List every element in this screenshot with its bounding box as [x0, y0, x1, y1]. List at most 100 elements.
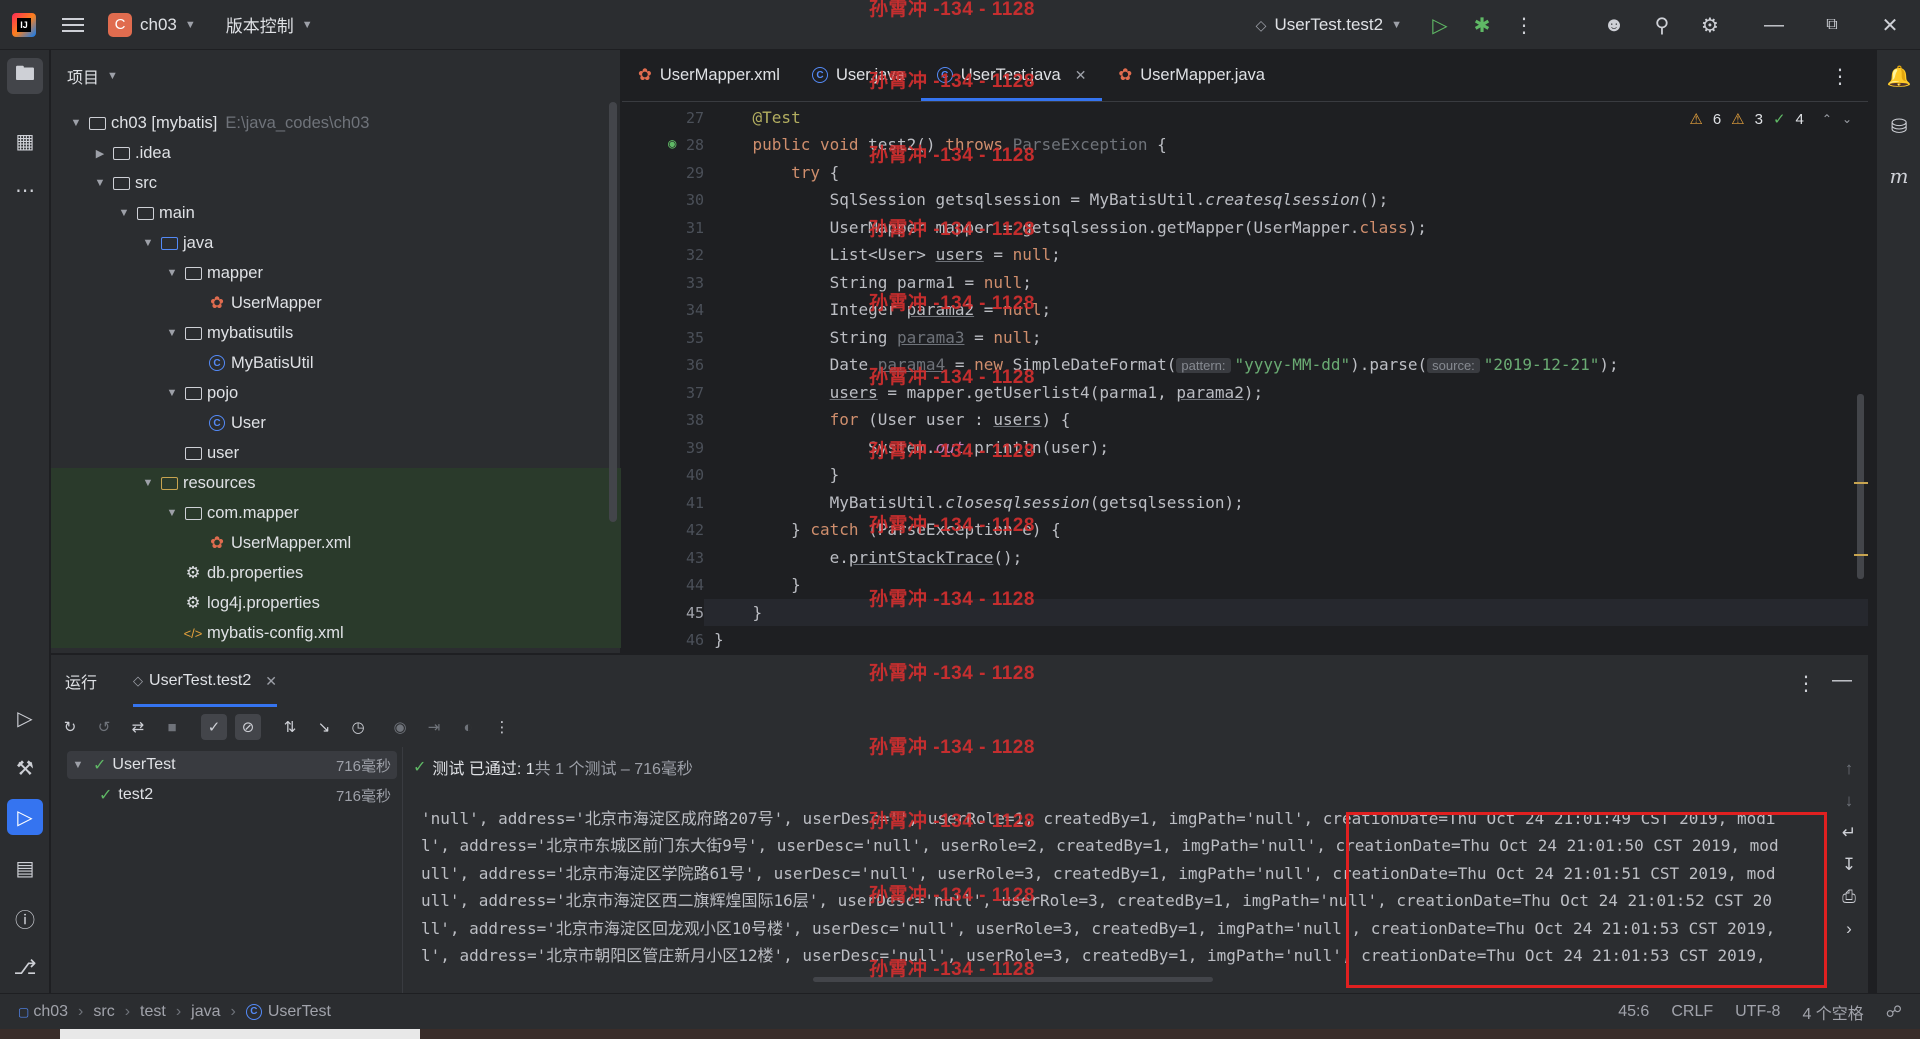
breadcrumb-item[interactable]: java [191, 1003, 220, 1021]
tree-node-mybatis-config[interactable]: </> mybatis-config.xml [51, 618, 621, 648]
database-icon[interactable]: ⛁ [1881, 108, 1917, 144]
tree-node-mybatisutils[interactable]: ▼ mybatisutils [51, 318, 621, 348]
tree-node-idea[interactable]: ▶ .idea [51, 138, 621, 168]
next-problem-icon[interactable]: ⌄ [1842, 112, 1852, 126]
close-tab-icon[interactable]: ✕ [1075, 67, 1087, 84]
import-icon[interactable]: ⇥ [421, 714, 447, 740]
show-passed-icon[interactable]: ✓ [201, 714, 227, 740]
breadcrumb-item[interactable]: src [93, 1003, 114, 1021]
scrollbar[interactable] [609, 102, 617, 522]
services-icon[interactable]: ▷ [7, 700, 43, 736]
chevron-down-icon[interactable]: ▼ [141, 477, 155, 489]
chevron-down-icon[interactable]: ▼ [117, 207, 131, 219]
soft-wrap-icon[interactable]: ↵ [1842, 823, 1856, 843]
more-icon[interactable]: ⋮ [1512, 13, 1536, 37]
print-icon[interactable]: ⎙ [1842, 887, 1856, 907]
rerun-failed-icon[interactable]: ↺ [91, 714, 117, 740]
rerun-icon[interactable]: ↻ [57, 714, 83, 740]
camera-icon[interactable]: ◉ [387, 714, 413, 740]
sort-icon[interactable]: ⇅ [277, 714, 303, 740]
close-icon[interactable]: ✕ [1878, 13, 1902, 37]
chevron-down-icon[interactable]: ▼ [69, 117, 83, 129]
console-h-scrollbar[interactable] [813, 977, 1213, 982]
debug-icon[interactable]: ✱ [1470, 13, 1494, 37]
scroll-up-icon[interactable]: ↑ [1845, 759, 1854, 779]
search-icon[interactable]: ⚲ [1650, 13, 1674, 37]
chevron-down-icon[interactable]: ▼ [165, 507, 179, 519]
add-user-icon[interactable]: ☻ [1602, 13, 1626, 37]
tree-node-main[interactable]: ▼ main [51, 198, 621, 228]
project-panel-title[interactable]: 项目 [67, 64, 99, 88]
chevron-down-icon[interactable]: ▼ [165, 327, 179, 339]
chevron-down-icon[interactable]: ▼ [71, 759, 85, 771]
chevron-down-icon[interactable]: ▼ [302, 19, 313, 31]
run-tool-icon[interactable]: ▷ [7, 799, 43, 835]
lock-icon[interactable]: ☍ [1886, 1002, 1902, 1022]
history-icon[interactable]: ◷ [345, 714, 371, 740]
settings-icon[interactable]: ⚙ [1698, 13, 1722, 37]
show-ignored-icon[interactable]: ⊘ [235, 714, 261, 740]
scroll-down-icon[interactable]: ↓ [1845, 791, 1854, 811]
tree-node-pojo[interactable]: ▼ pojo [51, 378, 621, 408]
collapse-icon[interactable]: ↘ [311, 714, 337, 740]
build-icon[interactable]: ⚒ [7, 750, 43, 786]
breadcrumb-item[interactable]: ch03 [33, 1003, 68, 1021]
tab-run-config[interactable]: ◇ UserTest.test2 ✕ [119, 655, 291, 707]
structure-tool-icon[interactable]: ▦ [7, 123, 43, 159]
indent-setting[interactable]: 4 个空格 [1802, 1000, 1863, 1024]
coverage-icon[interactable]: ◐ [455, 714, 481, 740]
notifications-icon[interactable]: 🔔 [1881, 58, 1917, 94]
run-config-selector[interactable]: UserTest.test2 [1274, 15, 1383, 35]
chevron-down-icon[interactable]: ▼ [185, 19, 196, 31]
stop-icon[interactable]: ■ [159, 714, 185, 740]
test-row-test2[interactable]: ✓ test2 716毫秒 [67, 781, 397, 809]
vcs-menu[interactable]: 版本控制 [226, 12, 294, 37]
restore-icon[interactable]: ⧉ [1820, 13, 1844, 37]
warning-marker[interactable] [1854, 482, 1868, 484]
project-tool-icon[interactable]: 🖿 [7, 58, 43, 94]
toggle-auto-test-icon[interactable]: ⇄ [125, 714, 151, 740]
test-row-usertest[interactable]: ▼ ✓ UserTest 716毫秒 [67, 751, 397, 779]
more-tools-icon[interactable]: ⋯ [7, 172, 43, 208]
tree-node-user-class[interactable]: C User [51, 408, 621, 438]
minimize-panel-icon[interactable]: — [1832, 669, 1852, 692]
tree-node-log4j-properties[interactable]: ⚙ log4j.properties [51, 588, 621, 618]
git-icon[interactable]: ⎇ [7, 949, 43, 985]
tree-node-mybatisutil[interactable]: C MyBatisUtil [51, 348, 621, 378]
tab-usermapper-xml[interactable]: ✿ UserMapper.xml [622, 49, 796, 101]
chevron-down-icon[interactable]: ▼ [165, 267, 179, 279]
tree-node-resources[interactable]: ▼ resources [51, 468, 621, 498]
editor-scrollbar[interactable] [1857, 394, 1864, 579]
tree-node-java[interactable]: ▼ java [51, 228, 621, 258]
tree-node-root[interactable]: ▼ ch03 [mybatis] E:\java_codes\ch03 [51, 108, 621, 138]
tab-usermapper-java[interactable]: ✿ UserMapper.java [1102, 49, 1281, 101]
code-editor[interactable]: 27 28 29 30 31 32 33 34 35 36 37 38 39 4… [622, 102, 1868, 653]
chevron-down-icon[interactable]: ▼ [107, 70, 118, 82]
chevron-down-icon[interactable]: ▼ [93, 177, 107, 189]
project-badge[interactable]: C [108, 12, 132, 37]
project-name[interactable]: ch03 [140, 15, 177, 35]
chevron-right-icon[interactable]: › [1846, 919, 1852, 939]
warning-marker[interactable] [1854, 554, 1868, 556]
tree-node-usermapper-xml[interactable]: ✿ UserMapper.xml [51, 528, 621, 558]
chevron-down-icon[interactable]: ▼ [1391, 19, 1402, 31]
chevron-right-icon[interactable]: ▶ [93, 147, 107, 160]
chevron-down-icon[interactable]: ▼ [165, 387, 179, 399]
close-tab-icon[interactable]: ✕ [265, 673, 277, 690]
minimize-icon[interactable]: — [1762, 13, 1786, 37]
tab-user-java[interactable]: C User.java [796, 49, 921, 101]
problems-icon[interactable]: ⓘ [7, 900, 43, 936]
tree-node-db-properties[interactable]: ⚙ db.properties [51, 558, 621, 588]
tree-node-src[interactable]: ▼ src [51, 168, 621, 198]
chevron-down-icon[interactable]: ▼ [141, 237, 155, 249]
breadcrumb-item[interactable]: UserTest [268, 1003, 331, 1021]
breadcrumb-item[interactable]: test [140, 1003, 166, 1021]
tab-options-icon[interactable]: ⋮ [1830, 64, 1850, 89]
run-test-gutter-icon[interactable]: ◉ [668, 136, 676, 152]
tree-node-mapper[interactable]: ▼ mapper [51, 258, 621, 288]
problems-widget[interactable]: ⚠ 6 ⚠ 3 ✓ 4 ⌃ ⌄ [1689, 110, 1852, 129]
tab-usertest-java[interactable]: C UserTest.java ✕ [920, 49, 1103, 101]
maven-icon[interactable]: m [1881, 158, 1917, 194]
scroll-to-end-icon[interactable]: ↧ [1842, 855, 1856, 875]
tree-node-com-mapper[interactable]: ▼ com.mapper [51, 498, 621, 528]
